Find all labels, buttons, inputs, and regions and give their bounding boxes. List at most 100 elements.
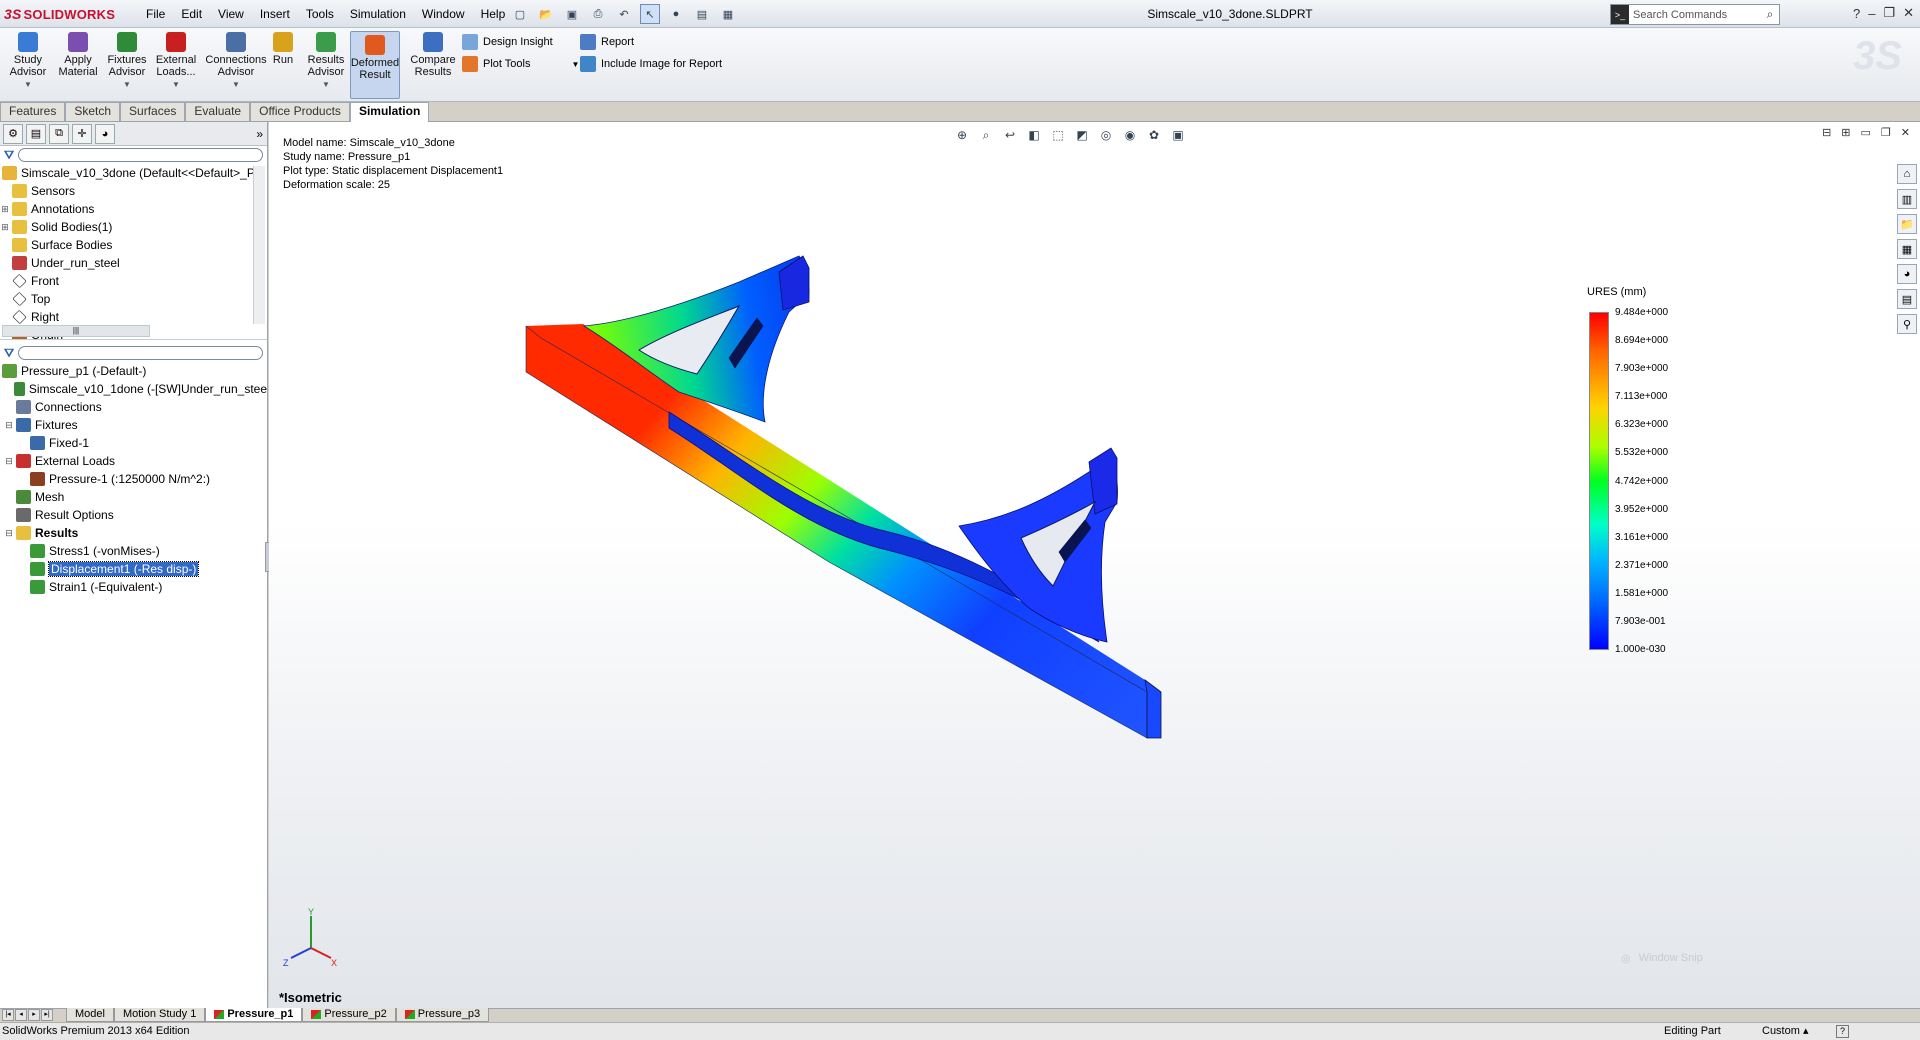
undo-icon[interactable]: ↶ <box>614 4 634 24</box>
first-tab-icon[interactable]: |◂ <box>2 1009 14 1021</box>
tab-model[interactable]: Model <box>66 1008 114 1022</box>
study-tree-root[interactable]: Pressure_p1 (-Default-) <box>0 362 267 380</box>
solidworks-logo[interactable]: 3S SOLIDWORKS <box>4 5 115 23</box>
tab-sketch[interactable]: Sketch <box>65 102 121 121</box>
options-icon[interactable]: ▦ <box>718 4 738 24</box>
study-tree-item[interactable]: ⊟ Fixtures <box>0 416 267 434</box>
save-icon[interactable]: ▣ <box>562 4 582 24</box>
dimxpert-manager-tab-icon[interactable]: ✛ <box>72 123 92 144</box>
deformed-result-button[interactable]: Deformed Result <box>350 31 400 99</box>
feature-tree-scrollbar[interactable] <box>253 166 265 324</box>
menu-tools[interactable]: Tools <box>298 6 342 22</box>
feature-tree-hscrollbar[interactable]: ||| <box>2 325 150 337</box>
print-icon[interactable]: ⎙ <box>588 4 608 24</box>
feature-tree-item[interactable]: Sensors <box>0 182 267 200</box>
chevron-down-icon[interactable]: ▼ <box>24 79 32 91</box>
tab-evaluate[interactable]: Evaluate <box>185 102 251 121</box>
feature-tree-item[interactable]: Under_run_steel <box>0 254 267 272</box>
plot-tools-dropdown-icon[interactable]: ▼ <box>572 60 580 69</box>
select-icon[interactable]: ↖ <box>640 4 660 24</box>
view-palette-icon[interactable]: ▦ <box>1897 239 1917 259</box>
zoom-to-area-icon[interactable]: ⌕ <box>977 126 995 144</box>
connections-advisor-button[interactable]: Connections Advisor ▼ <box>205 32 267 91</box>
hide-show-items-icon[interactable]: ◎ <box>1097 126 1115 144</box>
expand-toggle[interactable]: ⊟ <box>4 456 14 467</box>
compare-results-button[interactable]: Compare Results <box>410 32 456 78</box>
solidworks-resources-icon[interactable]: ⌂ <box>1897 164 1917 184</box>
study-tree-item[interactable]: Connections <box>0 398 267 416</box>
report-button[interactable]: Report <box>580 34 634 50</box>
viewport-split-icon[interactable]: ⊞ <box>1841 126 1850 139</box>
viewport-close-icon[interactable]: ✕ <box>1901 126 1910 139</box>
menu-edit[interactable]: Edit <box>173 6 210 22</box>
study-tree-item[interactable]: Pressure-1 (:1250000 N/m^2:) <box>0 470 267 488</box>
expand-toggle[interactable]: ⊞ <box>0 222 10 233</box>
study-tree-item[interactable]: Stress1 (-vonMises-) <box>0 542 267 560</box>
apply-material-button[interactable]: Apply Material <box>58 32 98 78</box>
tab-pressure_p3[interactable]: Pressure_p3 <box>395 1008 490 1022</box>
status-help-icon[interactable]: ? <box>1836 1025 1849 1038</box>
viewport-restore-icon[interactable]: ❐ <box>1881 126 1891 139</box>
search-icon[interactable]: ⌕ <box>1761 7 1779 22</box>
expand-toggle[interactable]: ⊞ <box>0 204 10 215</box>
appearances-icon[interactable]: ◕ <box>1897 264 1917 284</box>
chevron-down-icon[interactable]: ▼ <box>322 79 330 91</box>
feature-tree-item[interactable]: Surface Bodies <box>0 236 267 254</box>
zoom-to-fit-icon[interactable]: ⊕ <box>953 126 971 144</box>
search-input[interactable]: Search Commands <box>1629 9 1761 21</box>
expand-toggle[interactable]: ⊟ <box>4 420 14 431</box>
restore-icon[interactable]: ❐ <box>1883 5 1895 21</box>
feature-tree-item[interactable]: Front <box>0 272 267 290</box>
feature-tree-item[interactable]: ⊞ Annotations <box>0 200 267 218</box>
study-tree-item[interactable]: Strain1 (-Equivalent-) <box>0 578 267 596</box>
menu-simulation[interactable]: Simulation <box>342 6 414 22</box>
prev-tab-icon[interactable]: ◂ <box>15 1009 27 1021</box>
study-tree-item[interactable]: Mesh <box>0 488 267 506</box>
chevron-right-icon[interactable]: » <box>256 127 263 141</box>
study-tree-item[interactable]: ⊟ Results <box>0 524 267 542</box>
display-manager-tab-icon[interactable]: ◕ <box>95 123 115 144</box>
chevron-down-icon[interactable]: ▼ <box>232 79 240 91</box>
feature-tree-root[interactable]: Simscale_v10_3done (Default<<Default>_P <box>0 164 267 182</box>
design-library-icon[interactable]: ▥ <box>1897 189 1917 209</box>
next-tab-icon[interactable]: ▸ <box>28 1009 40 1021</box>
rebuild-icon[interactable]: ● <box>666 4 686 24</box>
external-loads-button[interactable]: External Loads... ▼ <box>154 32 198 91</box>
edit-appearance-icon[interactable]: ◉ <box>1121 126 1139 144</box>
study-tree-item[interactable]: Displacement1 (-Res disp-) <box>0 560 267 578</box>
chevron-down-icon[interactable]: ▼ <box>172 79 180 91</box>
file-properties-icon[interactable]: ▤ <box>692 4 712 24</box>
feature-tree-item[interactable]: Top <box>0 290 267 308</box>
tab-features[interactable]: Features <box>0 102 66 121</box>
study-tree-item[interactable]: Simscale_v10_1done (-[SW]Under_run_stee <box>0 380 267 398</box>
apply-scene-icon[interactable]: ✿ <box>1145 126 1163 144</box>
unit-system-selector[interactable]: Custom ▴ <box>1762 1023 1809 1040</box>
study-tree-item[interactable]: Fixed-1 <box>0 434 267 452</box>
tab-motion-study-1[interactable]: Motion Study 1 <box>113 1008 206 1022</box>
menu-help[interactable]: Help <box>473 6 514 22</box>
feature-tree-item[interactable]: ⊞ Solid Bodies(1) <box>0 218 267 236</box>
minimize-icon[interactable]: – <box>1868 6 1875 21</box>
tab-simulation[interactable]: Simulation <box>349 102 430 123</box>
expand-toggle[interactable]: ⊟ <box>4 528 14 539</box>
search-commands-box[interactable]: >_ Search Commands ⌕ <box>1610 4 1780 25</box>
graphics-area[interactable]: ⊕ ⌕ ↩ ◧ ⬚ ◩ ◎ ◉ ✿ ▣ ⊟ ⊞ ▭ ❐ ✕ Model name… <box>269 122 1920 1008</box>
help-icon[interactable]: ? <box>1853 6 1860 21</box>
tab-surfaces[interactable]: Surfaces <box>120 102 186 121</box>
study-tree-item[interactable]: ⊟ External Loads <box>0 452 267 470</box>
view-settings-icon[interactable]: ▣ <box>1169 126 1187 144</box>
simulation-advisor-icon[interactable]: ⚲ <box>1897 314 1917 334</box>
new-icon[interactable]: ▢ <box>510 4 530 24</box>
view-orientation-icon[interactable]: ⬚ <box>1049 126 1067 144</box>
custom-properties-icon[interactable]: ▤ <box>1897 289 1917 309</box>
viewport-tile-icon[interactable]: ⊟ <box>1822 126 1831 139</box>
section-view-icon[interactable]: ◧ <box>1025 126 1043 144</box>
open-icon[interactable]: 📂 <box>536 4 556 24</box>
menu-window[interactable]: Window <box>414 6 473 22</box>
feature-manager-tab-icon[interactable]: ⚙ <box>3 123 23 144</box>
chevron-down-icon[interactable]: ▼ <box>123 79 131 91</box>
tab-pressure_p1[interactable]: Pressure_p1 <box>205 1008 303 1022</box>
feature-tree-item[interactable]: Right <box>0 308 267 326</box>
tab-pressure_p2[interactable]: Pressure_p2 <box>302 1008 396 1022</box>
run-button[interactable]: Run <box>272 32 294 66</box>
